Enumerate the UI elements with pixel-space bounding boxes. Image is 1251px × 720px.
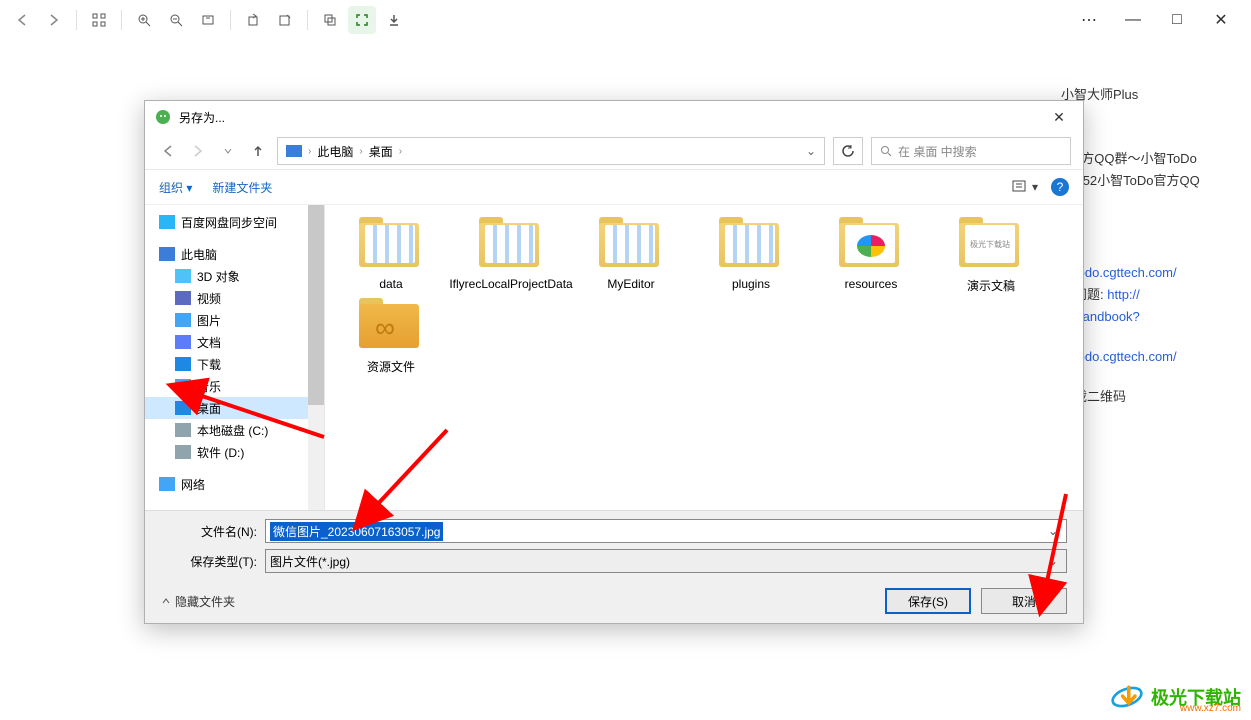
address-bar[interactable]: › 此电脑 › 桌面 › ⌄ xyxy=(277,137,825,165)
filename-value: 微信图片_20230607163057.jpg xyxy=(270,522,443,541)
rotate-icon[interactable] xyxy=(239,6,267,34)
refresh-button[interactable] xyxy=(833,137,863,165)
scrollbar-thumb[interactable] xyxy=(308,205,324,405)
nav-up-button[interactable] xyxy=(247,140,269,162)
maximize-button[interactable]: □ xyxy=(1155,5,1199,35)
folder-item[interactable]: IflyrecLocalProjectData xyxy=(457,217,565,294)
folder-icon xyxy=(475,217,547,273)
folder-item[interactable]: data xyxy=(337,217,445,294)
folder-icon xyxy=(715,217,787,273)
folder-item[interactable]: 资源文件 xyxy=(337,298,445,375)
tree-item-documents[interactable]: 文档 xyxy=(145,331,324,353)
filetype-value: 图片文件(*.jpg) xyxy=(270,553,350,570)
edit-icon[interactable] xyxy=(271,6,299,34)
chevron-right-icon: › xyxy=(399,146,402,157)
organize-button[interactable]: 组织 ▾ xyxy=(159,179,192,196)
dialog-close-button[interactable]: ✕ xyxy=(1045,109,1073,126)
folder-item[interactable]: 演示文稿 xyxy=(937,217,1045,294)
chevron-right-icon: › xyxy=(308,146,311,157)
fullscreen-icon[interactable] xyxy=(348,6,376,34)
file-list: data IflyrecLocalProjectData MyEditor plugi… xyxy=(325,205,1083,510)
folder-label: data xyxy=(379,277,402,291)
minimize-button[interactable]: — xyxy=(1111,5,1155,35)
copy-icon[interactable] xyxy=(316,6,344,34)
close-button[interactable]: ✕ xyxy=(1199,5,1243,35)
watermark: 极光下载站 www.xz7.com xyxy=(1109,682,1241,712)
breadcrumb-desktop[interactable]: 桌面 xyxy=(369,143,393,160)
chevron-right-icon: › xyxy=(359,146,362,157)
search-icon xyxy=(880,145,892,157)
pc-icon xyxy=(286,145,302,157)
filename-label: 文件名(N): xyxy=(161,523,265,540)
nav-back-button[interactable] xyxy=(157,140,179,162)
folder-label: resources xyxy=(845,277,898,291)
filetype-select[interactable]: 图片文件(*.jpg) ⌄ xyxy=(265,549,1067,573)
breadcrumb-pc[interactable]: 此电脑 xyxy=(317,143,353,160)
tree-item-pc[interactable]: 此电脑 xyxy=(145,243,324,265)
separator xyxy=(307,10,308,30)
nav-recent-button[interactable] xyxy=(217,140,239,162)
folder-label: 资源文件 xyxy=(367,358,415,375)
watermark-logo-icon xyxy=(1109,682,1145,712)
tree-item-desktop[interactable]: 桌面 xyxy=(145,397,324,419)
forward-button[interactable] xyxy=(40,6,68,34)
wechat-icon xyxy=(155,109,171,125)
background-text: 小智大师Plus o! o官方QQ群～小智ToDo 05452小智ToDo官方Q… xyxy=(1061,84,1231,408)
download-icon[interactable] xyxy=(380,6,408,34)
tree-item-music[interactable]: 音乐 xyxy=(145,375,324,397)
filename-input[interactable]: 微信图片_20230607163057.jpg ⌄ xyxy=(265,519,1067,543)
chevron-down-icon[interactable]: ⌄ xyxy=(1044,554,1062,568)
folder-icon xyxy=(595,217,667,273)
tree-item-ddisk[interactable]: 软件 (D:) xyxy=(145,441,324,463)
more-icon[interactable]: ⋯ xyxy=(1067,5,1111,35)
cancel-button[interactable]: 取消 xyxy=(981,588,1067,614)
save-as-dialog: 另存为... ✕ › 此电脑 › 桌面 › ⌄ 在 桌面 中搜索 组织 ▾ 新建… xyxy=(144,100,1084,624)
folder-item[interactable]: plugins xyxy=(697,217,805,294)
save-button[interactable]: 保存(S) xyxy=(885,588,971,614)
zoom-out-icon[interactable] xyxy=(162,6,190,34)
bg-title: 小智大师Plus xyxy=(1061,84,1231,106)
watermark-url: www.xz7.com xyxy=(1180,703,1241,714)
separator xyxy=(76,10,77,30)
chevron-up-icon xyxy=(161,596,171,606)
folder-label: plugins xyxy=(732,277,770,291)
nav-forward-button[interactable] xyxy=(187,140,209,162)
back-button[interactable] xyxy=(8,6,36,34)
help-button[interactable]: ? xyxy=(1051,178,1069,196)
tree-item-cdisk[interactable]: 本地磁盘 (C:) xyxy=(145,419,324,441)
fit-icon[interactable] xyxy=(194,6,222,34)
separator xyxy=(230,10,231,30)
tree-item-pictures[interactable]: 图片 xyxy=(145,309,324,331)
tree-item-downloads[interactable]: 下载 xyxy=(145,353,324,375)
search-placeholder: 在 桌面 中搜索 xyxy=(898,143,977,160)
search-input[interactable]: 在 桌面 中搜索 xyxy=(871,137,1071,165)
folder-icon xyxy=(355,217,427,273)
folder-label: MyEditor xyxy=(607,277,654,291)
folder-icon xyxy=(355,298,427,354)
folder-tree: 百度网盘同步空间 此电脑 3D 对象 视频 图片 文档 下载 音乐 桌面 本地磁… xyxy=(145,205,325,510)
folder-label: 演示文稿 xyxy=(967,277,1015,294)
apps-icon[interactable] xyxy=(85,6,113,34)
dialog-title: 另存为... xyxy=(179,109,225,126)
zoom-in-icon[interactable] xyxy=(130,6,158,34)
separator xyxy=(121,10,122,30)
new-folder-button[interactable]: 新建文件夹 xyxy=(212,179,272,196)
tree-item-network[interactable]: 网络 xyxy=(145,473,324,495)
chevron-down-icon[interactable]: ⌄ xyxy=(806,144,816,158)
folder-item[interactable]: resources xyxy=(817,217,925,294)
view-options-button[interactable]: ▾ xyxy=(1011,178,1039,196)
bg-link[interactable]: http:// xyxy=(1107,287,1140,302)
folder-icon xyxy=(955,217,1027,273)
tree-item-3d[interactable]: 3D 对象 xyxy=(145,265,324,287)
chevron-down-icon[interactable]: ⌄ xyxy=(1044,524,1062,538)
tree-item-video[interactable]: 视频 xyxy=(145,287,324,309)
folder-icon xyxy=(835,217,907,273)
folder-label: IflyrecLocalProjectData xyxy=(449,277,572,291)
filetype-label: 保存类型(T): xyxy=(161,553,265,570)
tree-item-baidu[interactable]: 百度网盘同步空间 xyxy=(145,211,324,233)
folder-item[interactable]: MyEditor xyxy=(577,217,685,294)
hide-folders-toggle[interactable]: 隐藏文件夹 xyxy=(161,593,235,610)
